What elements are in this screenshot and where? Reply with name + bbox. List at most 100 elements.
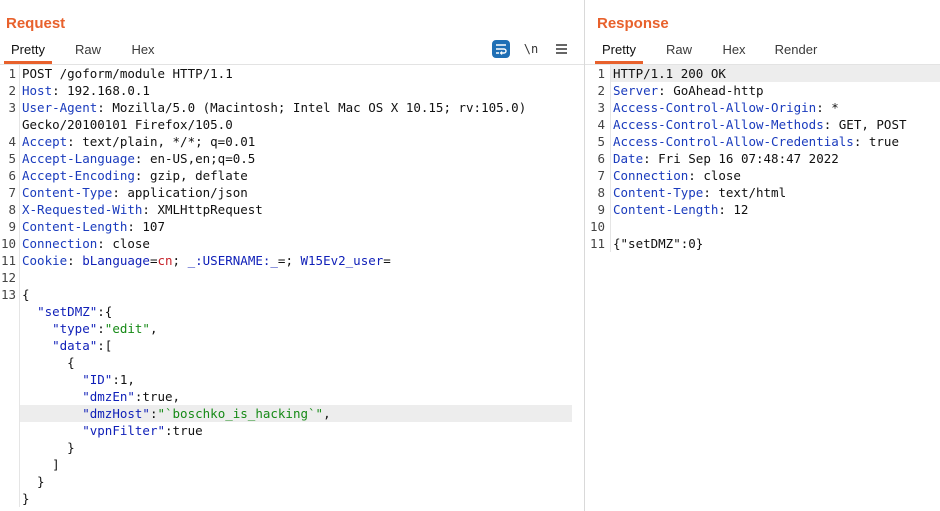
code-line[interactable]: 6 Accept-Encoding: gzip, deflate — [0, 167, 584, 184]
code-token: : 107 — [127, 219, 165, 234]
code-line[interactable]: "setDMZ":{ — [0, 303, 584, 320]
code-token: User-Agent — [22, 100, 98, 115]
line-text: Access-Control-Allow-Origin: * — [613, 99, 839, 116]
code-line[interactable]: ] — [0, 456, 584, 473]
line-text: Server: GoAhead-http — [613, 82, 764, 99]
code-token: Access-Control-Allow-Credentials — [613, 134, 854, 149]
code-line[interactable]: 11 Cookie: bLanguage = cn; _:USERNAME:_=; W… — [0, 252, 584, 269]
code-line[interactable]: 8 Content-Type: text/html — [585, 184, 940, 201]
code-token: :true — [165, 423, 203, 438]
code-line[interactable]: 8 X-Requested-With: XMLHttpRequest — [0, 201, 584, 218]
code-line[interactable]: "dmzEn":true, — [0, 388, 584, 405]
code-token: X-Requested-With — [22, 202, 143, 217]
show-newlines-button[interactable]: \n — [522, 40, 540, 58]
code-line[interactable]: 3 User-Agent: Mozilla/5.0 (Macintosh; Int… — [0, 99, 584, 116]
code-token: bLanguage — [82, 253, 150, 268]
line-number: 9 — [597, 202, 605, 217]
response-pane: Response Pretty Raw Hex Render 1 HTTP/1.1… — [585, 0, 940, 511]
code-token: , — [323, 406, 331, 421]
code-line[interactable]: 5 Access-Control-Allow-Credentials: true — [585, 133, 940, 150]
request-tab-pretty[interactable]: Pretty — [4, 38, 52, 64]
gutter-line — [610, 218, 611, 235]
code-line[interactable]: 4 Accept: text/plain, */*; q=0.01 — [0, 133, 584, 150]
line-number: 2 — [8, 83, 16, 98]
code-token: _:USERNAME:_ — [187, 253, 278, 268]
request-tab-hex[interactable]: Hex — [123, 38, 163, 64]
line-number: 1 — [597, 66, 605, 81]
response-tab-hex[interactable]: Hex — [714, 38, 754, 64]
code-line[interactable]: 6 Date: Fri Sep 16 07:48:47 2022 — [585, 150, 940, 167]
code-line[interactable]: "type":"edit", — [0, 320, 584, 337]
response-tab-pretty[interactable]: Pretty — [595, 38, 643, 64]
code-line[interactable]: "data":[ — [0, 337, 584, 354]
line-text: Accept: text/plain, */*; q=0.01 — [22, 133, 255, 150]
code-token: "dmzEn" — [82, 389, 135, 404]
gutter-line — [19, 473, 20, 490]
code-line[interactable]: 4 Access-Control-Allow-Methods: GET, POST — [585, 116, 940, 133]
code-line[interactable]: 10 — [585, 218, 940, 235]
code-line[interactable]: 11 {"setDMZ":0} — [585, 235, 940, 252]
gutter-line — [610, 201, 611, 218]
code-token: : text/plain, */*; q=0.01 — [67, 134, 256, 149]
code-line[interactable]: } — [0, 490, 584, 507]
request-editor[interactable]: 1 POST /goform/module HTTP/1.1 2 Host: 192.… — [0, 65, 584, 507]
response-tab-render[interactable]: Render — [767, 38, 825, 64]
code-token: : close — [688, 168, 741, 183]
code-token: Content-Length — [22, 219, 128, 234]
code-line[interactable]: 1 HTTP/1.1 200 OK — [585, 65, 940, 82]
response-title: Response — [597, 15, 669, 32]
code-line[interactable]: 13 { — [0, 286, 584, 303]
code-token: "edit" — [104, 321, 150, 336]
code-token: : 12 — [718, 202, 749, 217]
code-line[interactable]: 1 POST /goform/module HTTP/1.1 — [0, 65, 584, 82]
gutter-line — [19, 269, 20, 286]
line-text: Accept-Encoding: gzip, deflate — [22, 167, 248, 184]
code-token: Accept-Language — [22, 151, 135, 166]
code-token: } — [22, 491, 30, 506]
code-token: : application/json — [112, 185, 248, 200]
code-line[interactable]: "ID":1, — [0, 371, 584, 388]
code-line[interactable]: { — [0, 354, 584, 371]
code-token: { — [22, 287, 30, 302]
code-line[interactable]: 10 Connection: close — [0, 235, 584, 252]
wrap-lines-icon[interactable] — [492, 40, 510, 58]
code-token: } — [22, 440, 75, 455]
response-tab-raw[interactable]: Raw — [659, 38, 699, 64]
code-line[interactable]: 7 Content-Type: application/json — [0, 184, 584, 201]
line-text: Content-Type: application/json — [22, 184, 248, 201]
code-line[interactable]: } — [0, 439, 584, 456]
code-line[interactable]: Gecko/20100101 Firefox/105.0 — [0, 116, 584, 133]
code-line[interactable]: 3 Access-Control-Allow-Origin: * — [585, 99, 940, 116]
code-line[interactable]: 2 Server: GoAhead-http — [585, 82, 940, 99]
gutter-line — [19, 388, 20, 405]
code-line[interactable]: 5 Accept-Language: en-US,en;q=0.5 — [0, 150, 584, 167]
code-line[interactable]: 12 — [0, 269, 584, 286]
gutter-line — [19, 303, 20, 320]
request-toolbar: \n — [480, 40, 570, 58]
gutter-line — [19, 116, 20, 133]
line-text: { — [22, 354, 75, 371]
response-editor[interactable]: 1 HTTP/1.1 200 OK 2 Server: GoAhead-http 3 Ac… — [585, 65, 940, 252]
code-token: Connection — [22, 236, 98, 251]
code-token: Content-Length — [613, 202, 719, 217]
line-number: 3 — [8, 100, 16, 115]
code-line[interactable]: } — [0, 473, 584, 490]
code-token: {"setDMZ":0} — [613, 236, 704, 251]
code-line[interactable]: 9 Content-Length: 107 — [0, 218, 584, 235]
code-line[interactable]: "dmzHost":"`boschko_is_hacking`", — [0, 405, 584, 422]
code-token: : XMLHttpRequest — [142, 202, 263, 217]
code-line[interactable]: 9 Content-Length: 12 — [585, 201, 940, 218]
gutter-line — [610, 99, 611, 116]
line-text: Date: Fri Sep 16 07:48:47 2022 — [613, 150, 839, 167]
code-token: POST /goform/module HTTP/1.1 — [22, 66, 233, 81]
code-line[interactable]: "vpnFilter":true — [0, 422, 584, 439]
code-line[interactable]: 7 Connection: close — [585, 167, 940, 184]
line-number: 13 — [0, 287, 16, 302]
request-tab-raw[interactable]: Raw — [68, 38, 108, 64]
line-text: } — [22, 473, 45, 490]
code-token: , — [149, 321, 158, 336]
hamburger-menu-icon[interactable] — [552, 40, 570, 58]
code-line[interactable]: 2 Host: 192.168.0.1 — [0, 82, 584, 99]
